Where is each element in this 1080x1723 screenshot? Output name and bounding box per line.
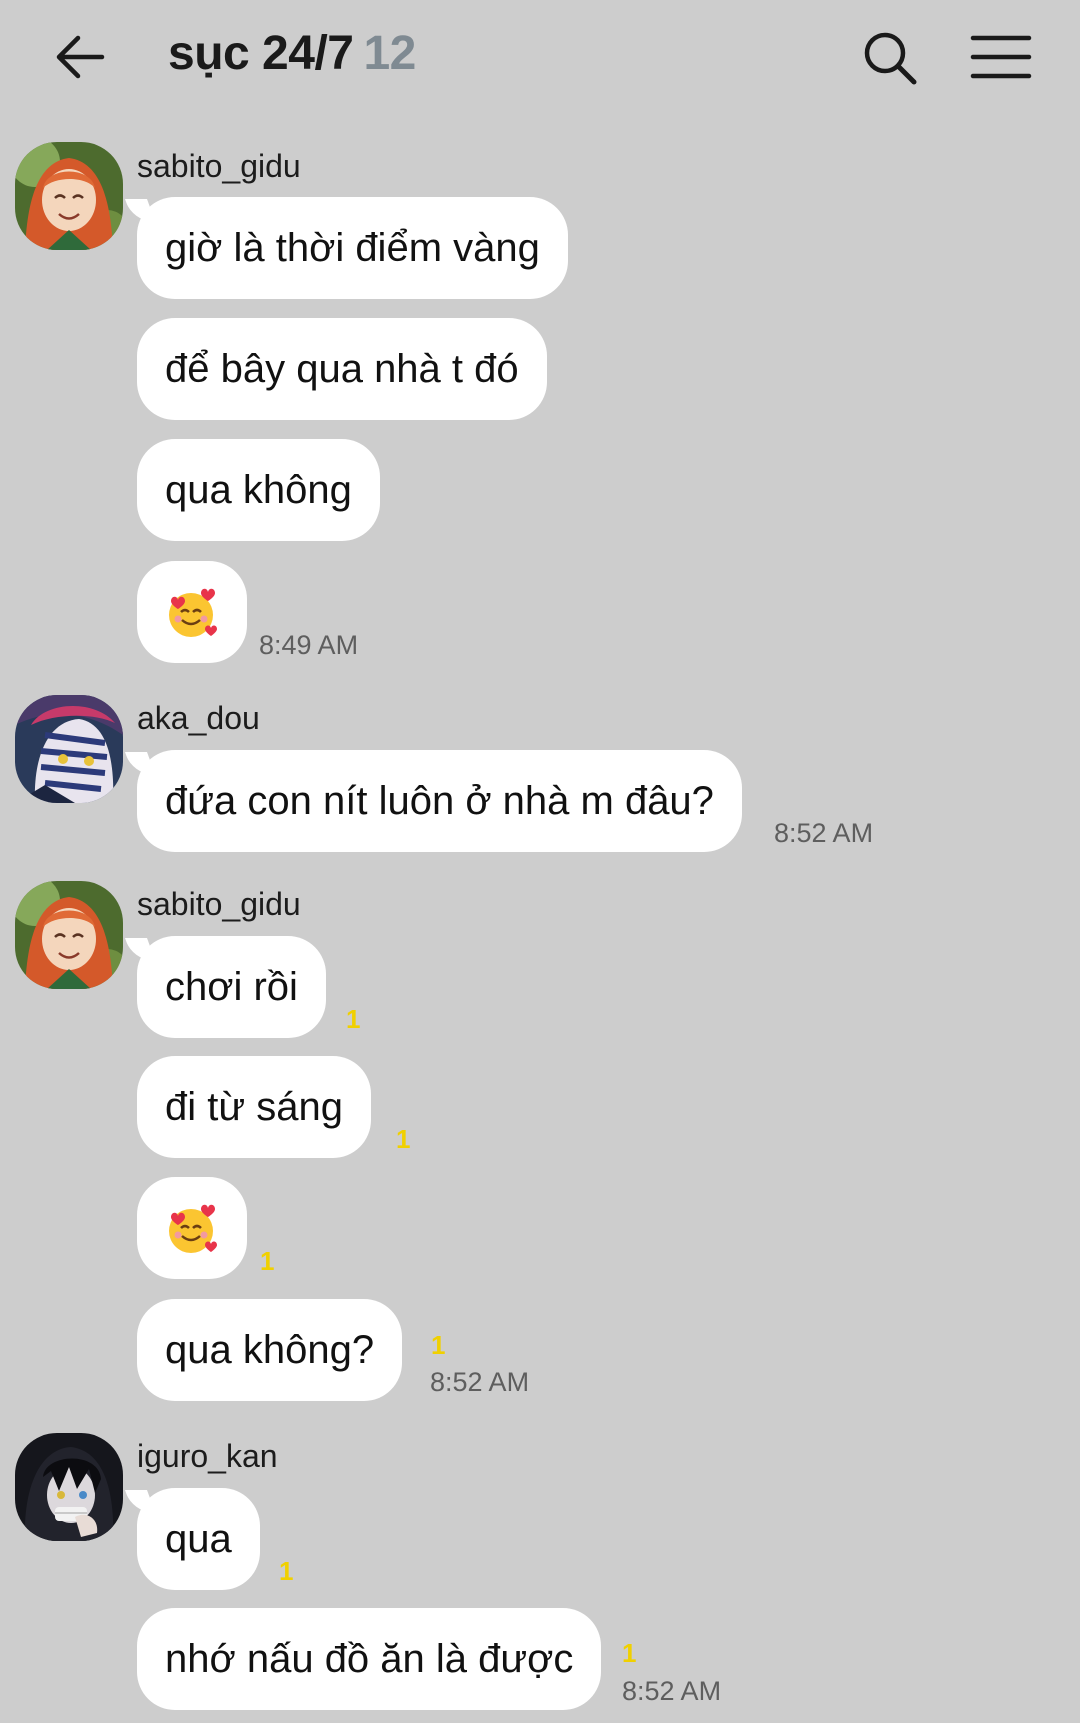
message-text: giờ là thời điểm vàng [165, 226, 540, 270]
sender-name: aka_dou [137, 700, 260, 736]
unread-count: 1 [279, 1556, 294, 1586]
unread-count: 1 [260, 1246, 275, 1276]
avatar-aka-dou[interactable] [15, 695, 123, 803]
smiling-face-with-hearts-emoji-icon [169, 1204, 217, 1253]
message-bubble[interactable]: giờ là thời điểm vàng [137, 197, 568, 299]
message-text: để bây qua nhà t đó [165, 347, 519, 391]
message-text: qua [165, 1517, 232, 1561]
message-timestamp: 8:52 AM [774, 818, 874, 848]
message-bubble[interactable]: qua không [137, 439, 380, 541]
avatar-iguro-kan[interactable] [15, 1433, 123, 1541]
search-icon [864, 32, 917, 85]
message-bubble[interactable]: qua không? [137, 1299, 403, 1401]
message-bubble[interactable]: nhớ nấu đồ ăn là được [137, 1608, 602, 1710]
member-count: 12 [363, 27, 416, 80]
message-timestamp: 8:52 AM [622, 1676, 722, 1706]
message-bubble[interactable]: đi từ sáng [137, 1056, 371, 1158]
message-timestamp: 8:52 AM [430, 1367, 530, 1397]
avatar-sabito[interactable] [15, 881, 123, 989]
hamburger-menu-icon [970, 35, 1032, 79]
sender-name: sabito_gidu [137, 886, 301, 922]
unread-count: 1 [346, 1004, 361, 1034]
sender-name: iguro_kan [137, 1438, 278, 1474]
chat-header: sục 24/7 12 [0, 0, 1080, 120]
message-text: đứa con nít luôn ở nhà m đâu? [165, 779, 714, 823]
arrow-left-icon [56, 35, 105, 79]
message-text: nhớ nấu đồ ăn là được [165, 1637, 574, 1681]
back-button[interactable] [50, 28, 112, 86]
message-text: đi từ sáng [165, 1085, 343, 1129]
emoji-message-bubble[interactable] [137, 561, 247, 663]
sender-name: sabito_gidu [137, 148, 301, 184]
search-button[interactable] [860, 28, 920, 88]
chat-title: sục 24/7 12 [168, 26, 416, 81]
message-text: qua không? [165, 1328, 375, 1372]
message-timestamp: 8:49 AM [259, 630, 359, 660]
message-bubble[interactable]: chơi rồi [137, 936, 326, 1038]
menu-button[interactable] [970, 30, 1032, 84]
avatar-sabito[interactable] [15, 142, 123, 250]
chat-name: sục 24/7 [168, 27, 354, 80]
message-text: qua không [165, 468, 352, 512]
unread-count: 1 [396, 1124, 411, 1154]
message-bubble[interactable]: để bây qua nhà t đó [137, 318, 547, 420]
message-bubble[interactable]: đứa con nít luôn ở nhà m đâu? [137, 750, 742, 852]
message-bubble[interactable]: qua [137, 1488, 260, 1590]
unread-count: 1 [431, 1330, 446, 1360]
message-text: chơi rồi [165, 965, 298, 1009]
emoji-message-bubble[interactable] [137, 1177, 247, 1279]
smiling-face-with-hearts-emoji-icon [169, 588, 217, 637]
unread-count: 1 [622, 1638, 637, 1668]
